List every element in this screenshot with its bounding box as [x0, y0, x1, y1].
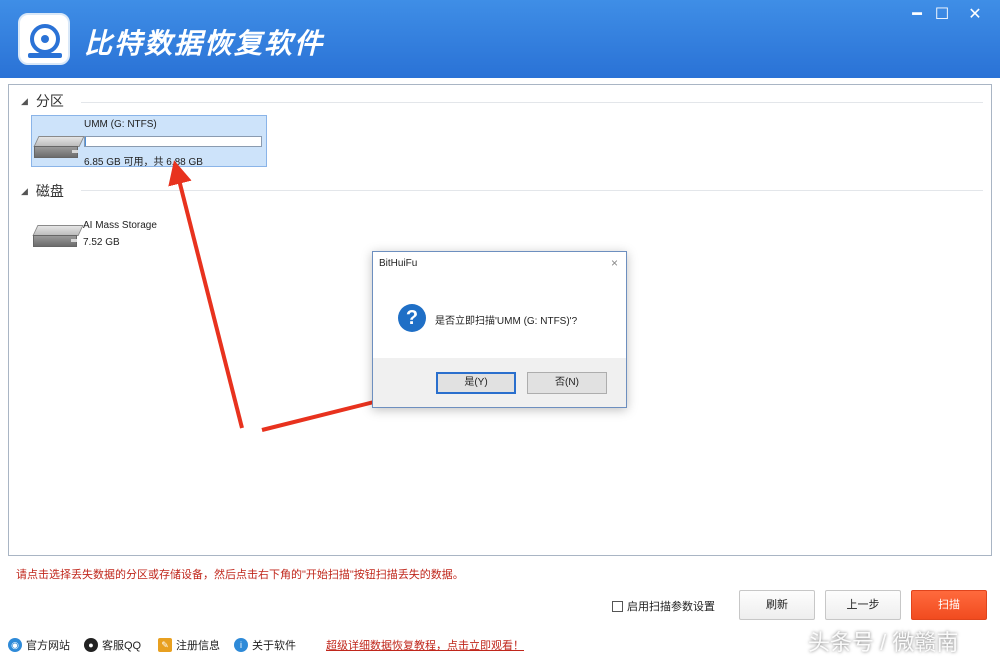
section-divider	[81, 102, 983, 103]
checkbox-box[interactable]	[612, 600, 623, 612]
website-label: 官方网站	[26, 640, 70, 652]
scan-params-checkbox[interactable]: 启用扫描参数设置	[612, 598, 715, 614]
register-label: 注册信息	[176, 640, 220, 652]
section-partitions-label: 分区	[35, 93, 64, 109]
partition-card-umm[interactable]: UMM (G: NTFS) 6.85 GB 可用，共 6.88 GB	[31, 115, 267, 168]
section-disks-header[interactable]: ◢ 磁盘	[21, 181, 64, 201]
info-globe-icon: i	[234, 638, 248, 652]
register-info-link[interactable]: ✎ 注册信息	[158, 637, 220, 653]
website-link[interactable]: ◉ 官方网站	[8, 637, 70, 653]
dialog-footer: 是(Y) 否(N)	[373, 358, 626, 407]
maximize-button[interactable]: ☐	[931, 4, 953, 26]
globe-icon: ◉	[8, 638, 22, 652]
partition-name: UMM (G: NTFS)	[84, 119, 157, 130]
partition-size: 6.85 GB 可用，共 6.88 GB	[84, 157, 203, 168]
confirm-scan-dialog: BitHuiFu × ? 是否立即扫描'UMM (G: NTFS)'? 是(Y)…	[372, 251, 627, 408]
previous-button[interactable]: 上一步	[825, 590, 901, 620]
disk-name: AI Mass Storage	[83, 220, 157, 231]
about-label: 关于软件	[252, 640, 296, 652]
tutorial-promo-link[interactable]: 超级详细数据恢复教程，点击立即观看！	[326, 637, 524, 653]
scan-params-label: 启用扫描参数设置	[627, 601, 715, 613]
minimize-button[interactable]: ━	[906, 4, 928, 26]
about-link[interactable]: i 关于软件	[234, 637, 296, 653]
dialog-message: 是否立即扫描'UMM (G: NTFS)'?	[435, 316, 578, 327]
refresh-button[interactable]: 刷新	[739, 590, 815, 620]
close-button[interactable]: ✕	[964, 4, 986, 26]
penguin-icon: ●	[84, 638, 98, 652]
disk-size: 7.52 GB	[83, 237, 120, 248]
support-label: 客服QQ	[102, 640, 142, 652]
partition-usage-bar	[84, 136, 262, 147]
instruction-hint: 请点击选择丢失数据的分区或存储设备，然后点击右下角的"开始扫描"按钮扫描丢失的数…	[16, 569, 464, 581]
pencil-icon: ✎	[158, 638, 172, 652]
hard-drive-icon	[33, 136, 85, 158]
dialog-title: BitHuiFu	[379, 258, 418, 269]
collapse-triangle-icon[interactable]: ◢	[21, 96, 28, 107]
close-icon[interactable]: ×	[611, 256, 618, 270]
section-divider	[81, 190, 983, 191]
watermark-text: 头条号 / 微赣南	[808, 630, 959, 655]
disk-card-ai-mass-storage[interactable]: AI Mass Storage 7.52 GB	[31, 215, 201, 255]
hard-drive-icon	[32, 225, 84, 247]
section-disks-label: 磁盘	[35, 183, 64, 199]
support-qq-link[interactable]: ● 客服QQ	[84, 637, 141, 653]
title-bar: 比特数据恢复软件 ━ ☐ ✕	[0, 0, 1000, 78]
no-button[interactable]: 否(N)	[527, 372, 607, 394]
collapse-triangle-icon[interactable]: ◢	[21, 186, 28, 197]
disk-recovery-icon	[18, 13, 70, 65]
app-title: 比特数据恢复软件	[84, 27, 325, 60]
question-icon: ?	[398, 304, 426, 332]
scan-button[interactable]: 扫描	[911, 590, 987, 620]
yes-button[interactable]: 是(Y)	[436, 372, 516, 394]
usage-bar-fill	[85, 137, 86, 146]
section-partitions-header[interactable]: ◢ 分区	[21, 91, 64, 111]
